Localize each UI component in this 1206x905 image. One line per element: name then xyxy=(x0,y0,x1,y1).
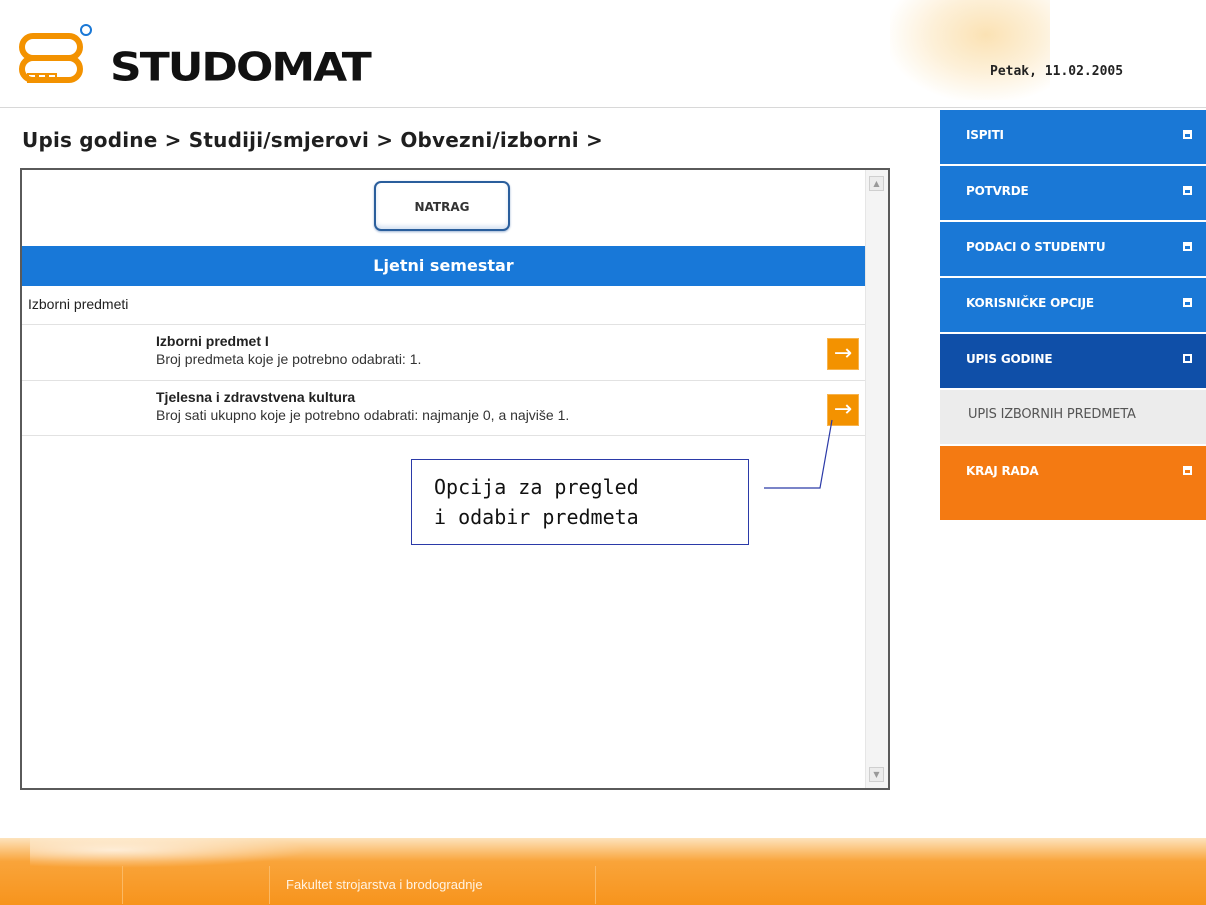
sidebar-item-label: PODACI O STUDENTU xyxy=(966,240,1106,254)
header-glow xyxy=(890,0,1050,100)
footer-id-blurred xyxy=(123,866,270,904)
group-title: Izborni predmeti xyxy=(28,296,129,312)
semester-title: Ljetni semestar xyxy=(22,246,865,286)
sidebar-item-ispiti[interactable]: ISPITI xyxy=(940,110,1206,164)
scrollbar[interactable]: ▲ ▼ xyxy=(865,170,888,788)
window-icon xyxy=(1183,130,1192,139)
footer: Fakultet strojarstva i brodogradnje xyxy=(0,838,1206,905)
sidebar-item-upis-godine[interactable]: UPIS GODINE xyxy=(940,334,1206,388)
course-title: Izborni predmet I xyxy=(156,333,269,349)
logo-text: STUDOMAT xyxy=(110,44,372,91)
footer-user-blurred xyxy=(0,866,123,904)
current-date: Petak, 11.02.2005 xyxy=(990,64,1124,79)
arrow-right-icon[interactable]: → xyxy=(828,395,858,425)
sidebar-item-label: ISPITI xyxy=(966,128,1004,142)
sidebar-item-potvrde[interactable]: POTVRDE xyxy=(940,166,1206,220)
square-icon xyxy=(1183,354,1192,363)
logo-mark-icon xyxy=(19,24,92,83)
logout-icon xyxy=(1183,466,1192,475)
course-description: Broj predmeta koje je potrebno odabrati:… xyxy=(156,351,422,367)
studomat-logo: STUDOMAT xyxy=(18,14,372,104)
sidebar-item-podaci-o-studentu[interactable]: PODACI O STUDENTU xyxy=(940,222,1206,276)
back-button[interactable]: NATRAG xyxy=(374,181,510,231)
header-divider xyxy=(0,107,1206,108)
breadcrumb: Upis godine > Studiji/smjerovi > Obvezni… xyxy=(22,128,603,152)
sidebar-nav: ISPITI POTVRDE PODACI O STUDENTU KORISNI… xyxy=(940,110,1206,522)
arrow-right-icon[interactable]: → xyxy=(828,339,858,369)
window-icon xyxy=(1183,242,1192,251)
window-icon xyxy=(1183,298,1192,307)
course-title: Tjelesna i zdravstvena kultura xyxy=(156,389,356,405)
list-item: Tjelesna i zdravstvena kultura Broj sati… xyxy=(22,380,865,436)
callout-line-1: Opcija za pregled xyxy=(434,475,639,499)
sidebar-item-label: POTVRDE xyxy=(966,184,1029,198)
window-icon xyxy=(1183,186,1192,195)
list-item: Izborni predmet I Broj predmeta koje je … xyxy=(22,324,865,380)
sidebar-item-label: UPIS IZBORNIH PREDMETA xyxy=(968,407,1136,422)
sidebar-item-label: UPIS GODINE xyxy=(966,352,1053,366)
sidebar-item-korisnicke-opcije[interactable]: KORISNIČKE OPCIJE xyxy=(940,278,1206,332)
footer-faculty: Fakultet strojarstva i brodogradnje xyxy=(270,866,596,904)
sidebar-subitem-upis-izbornih-predmeta[interactable]: UPIS IZBORNIH PREDMETA xyxy=(940,390,1206,444)
course-description: Broj sati ukupno koje je potrebno odabra… xyxy=(156,407,570,423)
sidebar-item-kraj-rada[interactable]: KRAJ RADA xyxy=(940,446,1206,520)
sidebar-item-label: KORISNIČKE OPCIJE xyxy=(966,296,1094,310)
scroll-up-icon[interactable]: ▲ xyxy=(869,176,884,191)
footer-decoration xyxy=(30,838,310,868)
scroll-down-icon[interactable]: ▼ xyxy=(869,767,884,782)
callout-line-2: i odabir predmeta xyxy=(434,505,639,529)
callout-box: Opcija za pregled i odabir predmeta xyxy=(411,459,749,545)
sidebar-item-label: KRAJ RADA xyxy=(966,464,1039,478)
